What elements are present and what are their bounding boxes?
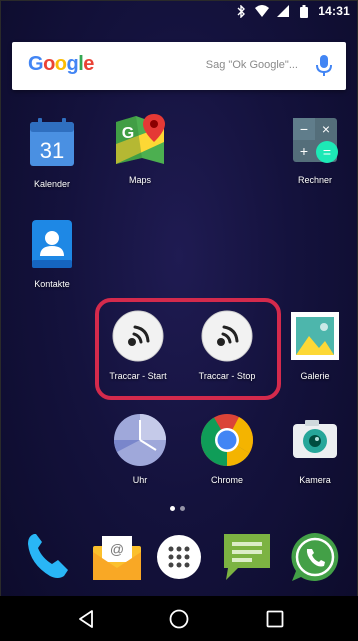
svg-text:−: − [300,121,308,137]
maps-glyph: G [122,125,134,142]
svg-text:@: @ [110,541,124,557]
clock-icon [112,412,168,468]
calculator-icon: − × + = [287,112,343,168]
battery-icon [297,4,311,18]
app-kalender[interactable]: 31 Kalender [12,116,92,189]
app-kamera[interactable]: Kamera [275,412,355,485]
app-label: Rechner [297,175,333,185]
gallery-icon [287,308,343,364]
calendar-icon: 31 [24,116,80,172]
page-indicator [170,506,185,511]
app-chrome[interactable]: Chrome [187,412,267,485]
home-icon[interactable] [168,608,190,630]
recents-icon[interactable] [264,608,286,630]
svg-text:+: + [300,143,308,159]
microphone-icon[interactable] [314,54,334,78]
contacts-icon [24,216,80,272]
app-label: Galerie [300,371,330,381]
app-label: Chrome [210,475,243,485]
search-hint: Sag "Ok Google"... [205,59,298,71]
app-kontakte[interactable]: Kontakte [12,216,92,289]
page-dot-active [170,506,175,511]
maps-icon: G [112,112,168,168]
email-icon[interactable]: @ [90,532,144,582]
signal-icon [276,4,290,18]
app-maps[interactable]: G Maps [100,112,180,185]
highlight-box [95,298,281,400]
svg-text:=: = [323,144,331,160]
page-dot [180,506,185,511]
back-icon[interactable] [76,608,98,630]
app-uhr[interactable]: Uhr [100,412,180,485]
app-label: Kontakte [34,279,70,289]
phone-icon[interactable] [24,530,72,582]
google-logo: Google [28,53,94,75]
app-drawer-icon[interactable] [156,534,202,580]
google-search-bar[interactable]: Google Sag "Ok Google"... [12,42,346,90]
status-time: 14:31 [318,4,350,18]
bluetooth-icon [234,4,248,18]
wifi-icon [255,4,270,18]
app-label: Kalender [33,179,71,189]
navigation-bar [0,596,358,641]
app-label: Maps [128,175,151,185]
whatsapp-icon[interactable] [288,530,342,584]
messages-icon[interactable] [220,530,274,582]
calendar-date: 31 [40,138,64,163]
app-galerie[interactable]: Galerie [275,308,355,381]
app-label: Kamera [299,475,331,485]
chrome-icon [199,412,255,468]
camera-icon [287,412,343,468]
svg-text:×: × [322,121,330,137]
app-rechner[interactable]: − × + = Rechner [275,112,355,185]
app-label: Uhr [132,475,148,485]
status-bar: 14:31 [0,0,358,24]
